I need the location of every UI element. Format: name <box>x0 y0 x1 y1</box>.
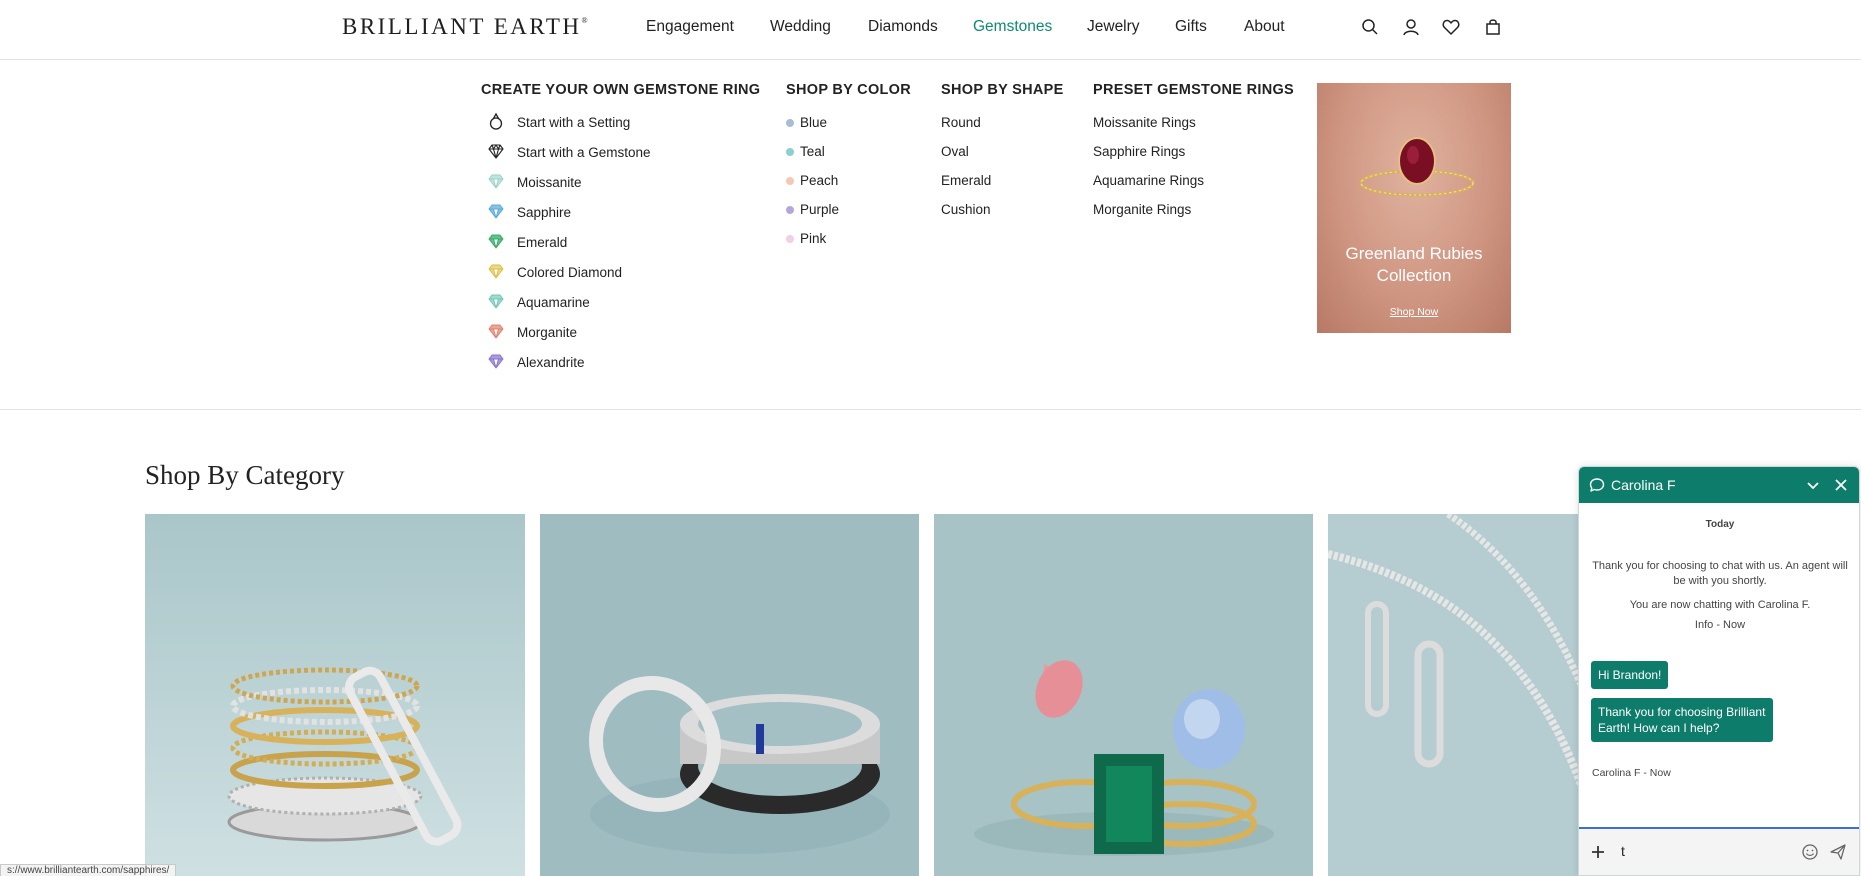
teal-swatch <box>786 148 794 156</box>
morganite-icon <box>487 322 505 340</box>
chat-day-label: Today <box>1705 519 1735 530</box>
gemstone-outline-icon <box>487 142 505 160</box>
shape-emerald[interactable]: Emerald <box>941 172 991 190</box>
color-teal[interactable]: Teal <box>800 143 825 161</box>
nav-gemstones[interactable]: Gemstones <box>973 18 1052 36</box>
chat-agent-name: Carolina F <box>1611 477 1676 493</box>
gemstones-mega-menu: CREATE YOUR OWN GEMSTONE RING Start with… <box>0 60 1861 410</box>
gemstone-rings-image[interactable] <box>934 514 1313 876</box>
nav-about[interactable]: About <box>1244 18 1285 36</box>
browser-status-bar: s://www.brilliantearth.com/sapphires/ <box>0 864 177 876</box>
chat-system-message: Thank you for choosing to chat with us. … <box>1592 560 1848 587</box>
nav-wedding[interactable]: Wedding <box>770 18 831 36</box>
minimize-chevron-icon[interactable] <box>1805 477 1821 493</box>
shape-cushion[interactable]: Cushion <box>941 201 991 219</box>
preset-aquamarine-rings[interactable]: Aquamarine Rings <box>1093 172 1204 190</box>
chat-message-input[interactable]: t <box>1621 843 1625 859</box>
sapphire-icon <box>487 202 505 220</box>
promo-title: Greenland Rubies Collection <box>1345 244 1483 285</box>
site-header: BRILLIANT EARTH® Engagement Wedding Diam… <box>0 0 1861 60</box>
menu-emerald[interactable]: Emerald <box>517 234 567 252</box>
blue-swatch <box>786 119 794 127</box>
shopping-bag-icon[interactable] <box>1483 17 1503 37</box>
chat-header: Carolina F <box>1579 467 1859 503</box>
chat-agent-message: Thank you for choosing Brilliant Earth! … <box>1591 698 1773 742</box>
brand-logo[interactable]: BRILLIANT EARTH® <box>342 14 588 40</box>
color-purple[interactable]: Purple <box>800 201 839 219</box>
search-icon[interactable] <box>1360 17 1380 37</box>
mens-wedding-bands-image[interactable] <box>540 514 919 876</box>
menu-sapphire[interactable]: Sapphire <box>517 204 571 222</box>
nav-gifts[interactable]: Gifts <box>1175 18 1207 36</box>
colored-diamond-icon <box>487 262 505 280</box>
menu-aquamarine[interactable]: Aquamarine <box>517 294 590 312</box>
close-icon[interactable] <box>1833 477 1849 493</box>
shop-by-color-heading: SHOP BY COLOR <box>786 82 912 98</box>
color-blue[interactable]: Blue <box>800 114 827 132</box>
menu-start-with-gemstone[interactable]: Start with a Gemstone <box>517 144 651 162</box>
chat-bubble-icon <box>1589 477 1605 493</box>
greenland-rubies-promo[interactable]: Greenland Rubies Collection Shop Now <box>1317 83 1511 333</box>
color-peach[interactable]: Peach <box>800 172 838 190</box>
nav-engagement[interactable]: Engagement <box>646 18 734 36</box>
preset-sapphire-rings[interactable]: Sapphire Rings <box>1093 143 1185 161</box>
menu-alexandrite[interactable]: Alexandrite <box>517 354 585 372</box>
nav-jewelry[interactable]: Jewelry <box>1087 18 1140 36</box>
emoji-icon[interactable] <box>1801 843 1819 861</box>
nav-diamonds[interactable]: Diamonds <box>868 18 938 36</box>
account-icon[interactable] <box>1401 17 1421 37</box>
shop-by-shape-heading: SHOP BY SHAPE <box>941 82 1064 98</box>
ruby-ring-image <box>1359 137 1475 197</box>
preset-morganite-rings[interactable]: Morganite Rings <box>1093 201 1191 219</box>
peach-swatch <box>786 177 794 185</box>
alexandrite-icon <box>487 352 505 370</box>
menu-start-with-setting[interactable]: Start with a Setting <box>517 114 630 132</box>
chat-input-bar: t <box>1579 827 1859 875</box>
promo-shop-now-link[interactable]: Shop Now <box>1317 306 1511 318</box>
menu-moissanite[interactable]: Moissanite <box>517 174 582 192</box>
shop-by-category-heading: Shop By Category <box>145 460 345 490</box>
preset-gemstone-rings-heading: PRESET GEMSTONE RINGS <box>1093 82 1295 98</box>
pink-swatch <box>786 235 794 243</box>
color-pink[interactable]: Pink <box>800 230 826 248</box>
emerald-icon <box>487 232 505 250</box>
moissanite-icon <box>487 172 505 190</box>
stacked-diamond-bands-image[interactable] <box>145 514 525 876</box>
shape-oval[interactable]: Oval <box>941 143 969 161</box>
menu-colored-diamond[interactable]: Colored Diamond <box>517 264 622 282</box>
send-icon[interactable] <box>1829 843 1847 861</box>
add-attachment-plus-icon[interactable] <box>1589 843 1607 861</box>
menu-morganite[interactable]: Morganite <box>517 324 577 342</box>
chat-message-meta: Carolina F - Now <box>1592 767 1671 779</box>
chat-agent-message: Hi Brandon! <box>1591 661 1669 689</box>
wishlist-heart-icon[interactable] <box>1441 17 1461 37</box>
chat-system-message: You are now chatting with Carolina F. <box>1629 599 1811 611</box>
create-gemstone-ring-heading: CREATE YOUR OWN GEMSTONE RING <box>481 82 761 98</box>
preset-moissanite-rings[interactable]: Moissanite Rings <box>1093 114 1196 132</box>
ring-setting-icon <box>487 112 505 130</box>
shape-round[interactable]: Round <box>941 114 981 132</box>
live-chat-widget: Carolina F Today Thank you for choosing … <box>1578 466 1860 876</box>
purple-swatch <box>786 206 794 214</box>
aquamarine-icon <box>487 292 505 310</box>
chat-system-meta: Info - Now <box>1694 619 1746 631</box>
